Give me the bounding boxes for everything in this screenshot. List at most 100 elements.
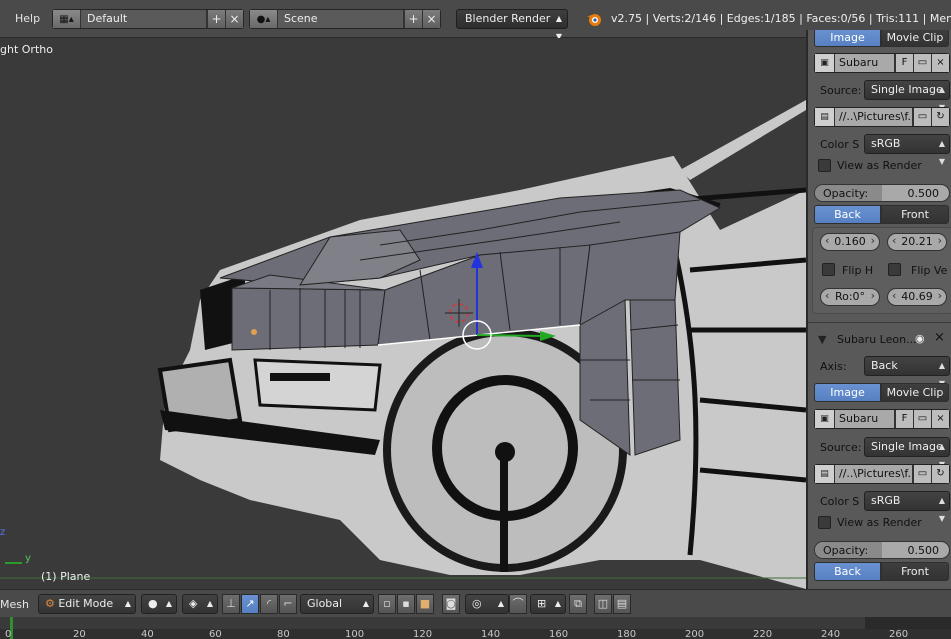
mesh-menu[interactable]: Mesh	[0, 598, 29, 618]
delete-scene-icon[interactable]: ×	[422, 10, 440, 28]
offset-y-field[interactable]: 20.21	[887, 233, 947, 251]
add-scene-icon[interactable]: +	[404, 10, 422, 28]
delete-screen-icon[interactable]: ×	[225, 10, 243, 28]
translate-manipulator-icon[interactable]: ↗	[241, 594, 259, 614]
bg2-filepath-field[interactable]: ▤ //..\Pictures\f... ▭ ↻	[814, 464, 950, 484]
render-opengl-icon[interactable]: ◫	[594, 594, 612, 614]
flip-v-checkbox[interactable]	[888, 263, 901, 276]
image-datablock-selector[interactable]: ▣ Subaru F ▭ ×	[814, 53, 950, 73]
filepath-value[interactable]: //..\Pictures\f...	[835, 108, 913, 126]
bg2-filepath-value[interactable]: //..\Pictures\f...	[835, 465, 913, 483]
remove-icon[interactable]: ×	[934, 330, 945, 345]
timeline-tick-label: 100	[345, 629, 365, 639]
face-select-icon[interactable]: ■	[416, 594, 434, 614]
screen-layout-name[interactable]: Default	[81, 10, 207, 28]
rotation-field[interactable]: Ro:0°	[820, 288, 880, 306]
timeline-top-strip	[0, 617, 951, 629]
bg2-source-dropdown[interactable]: Single Image ▲▼	[864, 437, 950, 469]
timeline-tick-label: 40	[141, 629, 154, 639]
active-object-label: (1) Plane	[41, 570, 91, 583]
size-field[interactable]: 40.69	[887, 288, 947, 306]
help-menu[interactable]: Help	[15, 12, 40, 25]
scene-selector[interactable]: ●▴ Scene + ×	[249, 9, 441, 29]
scale-manipulator-icon[interactable]: ⌐	[279, 594, 297, 614]
timeline-tick-label: 160	[549, 629, 569, 639]
bg2-image-name[interactable]: Subaru	[835, 410, 895, 428]
filepath-field[interactable]: ▤ //..\Pictures\f... ▭ ↻	[814, 107, 950, 127]
render-animation-icon[interactable]: ▤	[613, 594, 631, 614]
offset-x-field[interactable]: 0.160	[820, 233, 880, 251]
rotate-manipulator-icon[interactable]: ◜	[260, 594, 278, 614]
mode-dropdown[interactable]: ⚙ Edit Mode ▲▼	[38, 594, 136, 626]
collapse-arrow-icon[interactable]: ▼	[818, 333, 826, 346]
bg2-source-label: Source:	[820, 441, 862, 454]
color-space-label: Color S	[820, 138, 860, 151]
viewport-header: Mesh ⚙ Edit Mode ▲▼ ● ▲▼ ◈ ▲▼ ⊥ ↗ ◜ ⌐ Gl…	[0, 589, 951, 626]
tab-movie-clip[interactable]: Movie Clip	[881, 30, 949, 47]
screen-layout-icon[interactable]: ▦▴	[53, 10, 81, 28]
shading-solid-icon: ●	[148, 597, 158, 610]
bg2-front-toggle[interactable]: Front	[881, 562, 949, 581]
bg2-image-selector[interactable]: ▣ Subaru F ▭ ×	[814, 409, 950, 429]
unlink-icon[interactable]: ×	[931, 54, 949, 72]
add-screen-icon[interactable]: +	[207, 10, 225, 28]
timeline-tick-label: 240	[821, 629, 841, 639]
back-toggle[interactable]: Back	[814, 205, 881, 224]
image-browse-icon[interactable]: ▣	[815, 54, 835, 72]
view-name-label: ght Ortho	[0, 43, 53, 56]
scene-name[interactable]: Scene	[278, 10, 404, 28]
background-images-panel: Image Movie Clip ▣ Subaru F ▭ × Source: …	[806, 30, 951, 589]
opacity-slider[interactable]: Opacity: 0.500	[814, 184, 950, 202]
view-as-render-checkbox[interactable]	[818, 159, 831, 172]
snap-toggle-icon[interactable]: ⌒	[509, 594, 527, 614]
layer-icon[interactable]: ⧉	[569, 594, 587, 614]
front-toggle[interactable]: Front	[881, 205, 949, 224]
viewport-canvas[interactable]	[0, 38, 806, 589]
image-name[interactable]: Subaru	[835, 54, 895, 72]
edge-select-icon[interactable]: ▪	[397, 594, 415, 614]
tab-image[interactable]: Image	[814, 30, 881, 47]
render-engine-label: Blender Render	[465, 12, 551, 25]
dropdown-arrow-icon: ▲▼	[938, 139, 945, 166]
unlink-icon[interactable]: ×	[931, 410, 949, 428]
bg2-color-space-dropdown[interactable]: sRGB ▲ ▼	[864, 491, 950, 523]
limit-selection-icon[interactable]: ◙	[442, 594, 460, 614]
reload-icon[interactable]: ↻	[931, 108, 949, 126]
bg2-tab-movie-clip[interactable]: Movie Clip	[881, 383, 949, 402]
bg2-title[interactable]: Subaru Leon...	[837, 333, 917, 346]
bg2-view-as-render-checkbox[interactable]	[818, 516, 831, 529]
source-dropdown[interactable]: Single Image ▲▼	[864, 80, 950, 112]
dropdown-arrow-icon: ▲▼	[938, 496, 945, 523]
manipulator-toggle-icon[interactable]: ⊥	[222, 594, 240, 614]
bg2-fake-user-toggle[interactable]: F	[895, 410, 913, 428]
image-browse-icon[interactable]: ▣	[815, 410, 835, 428]
eye-icon[interactable]: ◉	[915, 332, 925, 345]
snap-element-dropdown[interactable]: ⊞ ▲▼	[530, 594, 566, 626]
vertex-select-icon[interactable]: ▫	[378, 594, 396, 614]
timeline-ruler[interactable]: 0 20 40 60 80 100 120 140 160 180 200 220 240 260	[0, 617, 951, 639]
flip-h-checkbox[interactable]	[822, 263, 835, 276]
open-folder-icon[interactable]: ▭	[913, 54, 931, 72]
transform-orientation-dropdown[interactable]: Global ▲▼	[300, 594, 374, 626]
timeline-tick-label: 200	[685, 629, 705, 639]
open-folder-icon[interactable]: ▭	[913, 410, 931, 428]
color-space-dropdown[interactable]: sRGB ▲ ▼	[864, 134, 950, 166]
bg2-opacity-slider[interactable]: Opacity: 0.500	[814, 541, 950, 559]
bg2-tab-image[interactable]: Image	[814, 383, 881, 402]
axis-dropdown[interactable]: Back ▲▼	[864, 356, 950, 388]
fake-user-toggle[interactable]: F	[895, 54, 913, 72]
reload-icon[interactable]: ↻	[931, 465, 949, 483]
scene-icon[interactable]: ●▴	[250, 10, 278, 28]
browse-folder-icon[interactable]: ▭	[913, 108, 931, 126]
render-engine-dropdown[interactable]: Blender Render ▲ ▼	[456, 9, 568, 41]
pivot-point-dropdown[interactable]: ◈ ▲▼	[182, 594, 218, 626]
bg2-back-toggle[interactable]: Back	[814, 562, 881, 581]
screen-layout-selector[interactable]: ▦▴ Default + ×	[52, 9, 244, 29]
browse-folder-icon[interactable]: ▭	[913, 465, 931, 483]
file-icon: ▤	[815, 465, 835, 483]
3d-viewport[interactable]: ght Ortho y z (1) Plane	[0, 38, 806, 589]
axis-z-label: z	[0, 527, 6, 538]
proportional-edit-dropdown[interactable]: ◎ ▲▼	[465, 594, 509, 626]
snap-element-icon: ⊞	[537, 597, 547, 610]
viewport-shading-dropdown[interactable]: ● ▲▼	[141, 594, 177, 626]
